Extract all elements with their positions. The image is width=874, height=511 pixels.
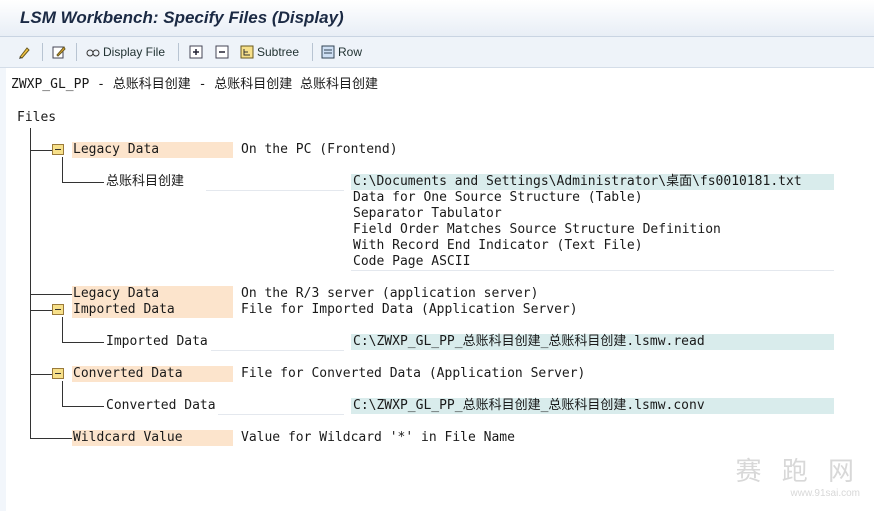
prop-structure: Data for One Source Structure (Table) bbox=[353, 190, 643, 205]
node-label-wildcard: Wildcard Value bbox=[73, 430, 183, 445]
tree-connector bbox=[62, 317, 63, 342]
node-desc-imported: File for Imported Data (Application Serv… bbox=[241, 302, 578, 317]
watermark-text: 赛 跑 网 bbox=[735, 457, 860, 487]
tree-connector bbox=[62, 406, 104, 407]
node-label-converted: Converted Data bbox=[73, 366, 183, 381]
prop-separator: Separator Tabulator bbox=[353, 206, 502, 221]
change-button[interactable] bbox=[52, 43, 66, 61]
folder-toggle-icon[interactable] bbox=[52, 144, 64, 155]
expand-icon bbox=[189, 45, 203, 59]
change-icon bbox=[52, 46, 66, 59]
value-cell bbox=[218, 398, 344, 415]
tree-connector bbox=[62, 342, 104, 343]
prop-field-order: Field Order Matches Source Structure Def… bbox=[353, 222, 721, 237]
row-button[interactable]: Row bbox=[321, 43, 362, 61]
toolbar-separator bbox=[178, 43, 179, 61]
watermark-url: www.91sai.com bbox=[790, 488, 860, 499]
value-cell bbox=[206, 174, 344, 191]
tree-connector bbox=[30, 294, 72, 295]
prop-code-page: Code Page ASCII bbox=[353, 254, 471, 269]
application-toolbar: Display File Subtree Row bbox=[0, 37, 874, 68]
node-desc-legacy-r3: On the R/3 server (application server) bbox=[241, 286, 539, 301]
file-name-converted: Converted Data bbox=[106, 398, 216, 413]
tree-root-files: Files bbox=[17, 110, 57, 125]
toolbar-separator bbox=[312, 43, 313, 61]
display-file-button[interactable]: Display File bbox=[86, 43, 165, 61]
node-label-legacy-r3: Legacy Data bbox=[73, 286, 160, 301]
tree-connector bbox=[62, 381, 63, 406]
tree-connector bbox=[30, 150, 52, 151]
tree-connector bbox=[30, 128, 31, 439]
window-title: LSM Workbench: Specify Files (Display) bbox=[20, 8, 344, 27]
subtree-button[interactable]: Subtree bbox=[240, 43, 299, 61]
display-file-label: Display File bbox=[103, 45, 166, 59]
edit-icon bbox=[19, 47, 30, 59]
tree-connector bbox=[30, 310, 52, 311]
row-icon bbox=[321, 45, 335, 59]
toolbar-separator bbox=[42, 43, 43, 61]
tree-connector bbox=[30, 438, 72, 439]
file-name-imported: Imported Data bbox=[106, 334, 208, 349]
node-desc-legacy-pc: On the PC (Frontend) bbox=[241, 142, 398, 157]
watermark-logo: 赛 跑 网 www.91sai.com bbox=[735, 451, 860, 499]
tree-connector bbox=[62, 182, 104, 183]
value-cell bbox=[211, 334, 344, 351]
edit-button[interactable] bbox=[18, 43, 32, 61]
node-label-legacy-pc: Legacy Data bbox=[73, 142, 160, 157]
file-name-pc: 总账科目创建 bbox=[106, 174, 185, 189]
expand-button[interactable] bbox=[189, 43, 203, 61]
collapse-button[interactable] bbox=[215, 43, 229, 61]
file-path-converted: C:\ZWXP_GL_PP_总账科目创建_总账科目创建.lsmw.conv bbox=[353, 398, 705, 413]
content-area: ZWXP_GL_PP - 总账科目创建 - 总账科目创建 总账科目创建 File… bbox=[6, 68, 874, 511]
object-header: ZWXP_GL_PP - 总账科目创建 - 总账科目创建 总账科目创建 bbox=[11, 77, 379, 92]
collapse-icon bbox=[215, 45, 229, 59]
subtree-label: Subtree bbox=[257, 45, 300, 59]
tree-connector bbox=[30, 374, 52, 375]
title-bar: LSM Workbench: Specify Files (Display) bbox=[0, 0, 874, 37]
node-desc-wildcard: Value for Wildcard '*' in File Name bbox=[241, 430, 515, 445]
row-label: Row bbox=[338, 45, 363, 59]
file-path-imported: C:\ZWXP_GL_PP_总账科目创建_总账科目创建.lsmw.read bbox=[353, 334, 705, 349]
file-path-pc: C:\Documents and Settings\Administrator\… bbox=[353, 174, 802, 189]
node-label-imported: Imported Data bbox=[73, 302, 175, 317]
tree-connector bbox=[62, 157, 63, 182]
toolbar-separator bbox=[76, 43, 77, 61]
folder-toggle-icon[interactable] bbox=[52, 368, 64, 379]
node-desc-converted: File for Converted Data (Application Ser… bbox=[241, 366, 586, 381]
prop-record-end: With Record End Indicator (Text File) bbox=[353, 238, 643, 253]
subtree-icon bbox=[240, 45, 254, 59]
folder-toggle-icon[interactable] bbox=[52, 304, 64, 315]
display-file-icon bbox=[86, 49, 100, 57]
